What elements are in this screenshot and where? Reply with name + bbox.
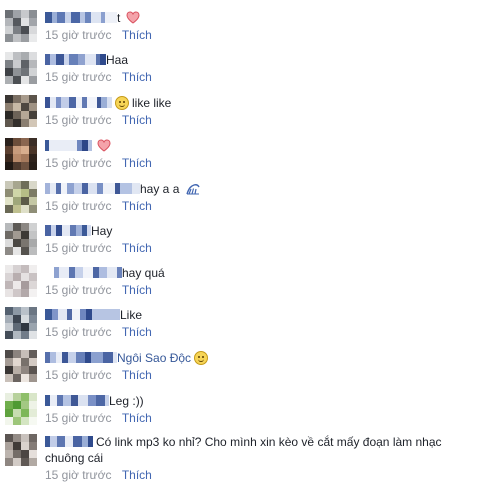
heart-icon	[97, 139, 111, 152]
like-button[interactable]: Thích	[122, 28, 152, 42]
avatar[interactable]	[5, 223, 37, 255]
comment-text: hay quá	[45, 265, 165, 282]
comment-text-continued: chuông cái	[45, 450, 103, 467]
like-button[interactable]: Thích	[122, 411, 152, 425]
comment-meta: 15 giờ trước Thích	[45, 367, 152, 383]
author-name-blurred[interactable]	[45, 53, 106, 65]
avatar[interactable]	[5, 138, 37, 170]
comment-meta: 15 giờ trước Thích	[45, 324, 152, 340]
comment-timestamp: 15 giờ trước	[45, 241, 112, 255]
comment-timestamp: 15 giờ trước	[45, 70, 112, 84]
comment-meta: 15 giờ trước Thích	[45, 282, 152, 298]
wave-icon	[186, 184, 200, 195]
author-name-blurred[interactable]	[45, 394, 109, 406]
avatar[interactable]	[5, 393, 37, 425]
comment-message: Leg :))	[109, 394, 144, 408]
comment-text: Có link mp3 ko nhỉ? Cho mình xin kèo về …	[45, 434, 442, 451]
author-name-blurred[interactable]	[45, 11, 117, 23]
heart-icon	[126, 11, 140, 24]
avatar[interactable]	[5, 10, 37, 42]
like-button[interactable]: Thích	[122, 325, 152, 339]
like-button[interactable]: Thích	[122, 468, 152, 482]
comment-message: hay a a	[140, 182, 180, 196]
avatar[interactable]	[5, 307, 37, 339]
comment-text: t	[45, 10, 140, 27]
avatar[interactable]	[5, 434, 37, 466]
avatar[interactable]	[5, 52, 37, 84]
avatar[interactable]	[5, 181, 37, 213]
author-name-blurred[interactable]	[45, 96, 112, 108]
comment-meta: 15 giờ trước Thích	[45, 27, 152, 43]
like-button[interactable]: Thích	[122, 199, 152, 213]
comment-timestamp: 15 giờ trước	[45, 113, 112, 127]
comment-timestamp: 15 giờ trước	[45, 411, 112, 425]
like-button[interactable]: Thích	[122, 241, 152, 255]
comment-suffix: t	[117, 11, 121, 25]
comment-message: hay quá	[122, 266, 165, 280]
comment-text: Leg :))	[45, 393, 144, 410]
comment-meta: 15 giờ trước Thích	[45, 240, 152, 256]
comment-message: Like	[120, 308, 143, 322]
comment-message: Hay	[91, 224, 113, 238]
comment-message: like like	[132, 96, 172, 110]
like-button[interactable]: Thích	[122, 283, 152, 297]
comment-meta: 15 giờ trước Thích	[45, 410, 152, 426]
avatar[interactable]	[5, 95, 37, 127]
comment-timestamp: 15 giờ trước	[45, 283, 112, 297]
comment-message-line2: chuông cái	[45, 451, 104, 465]
comment-meta: 15 giờ trước Thích	[45, 69, 152, 85]
comment-text: like like	[45, 95, 171, 112]
comment-meta: 15 giờ trước Thích	[45, 467, 152, 483]
comment-text: Like	[45, 307, 142, 324]
author-name-blurred[interactable]	[45, 139, 92, 151]
author-name-blurred[interactable]	[45, 224, 91, 236]
author-name-blurred[interactable]	[45, 351, 117, 363]
like-button[interactable]: Thích	[122, 113, 152, 127]
author-name-blurred[interactable]	[45, 308, 120, 320]
comment-message: Có link mp3 ko nhỉ? Cho mình xin kèo về …	[96, 435, 442, 449]
comment-meta: 15 giờ trước Thích	[45, 198, 152, 214]
comment-timestamp: 15 giờ trước	[45, 325, 112, 339]
smile-icon	[194, 351, 209, 365]
comment-text: Ngôi Sao Độc	[45, 350, 211, 367]
comment-message: Haa	[106, 53, 129, 67]
comment-meta: 15 giờ trước Thích	[45, 155, 152, 171]
comment-text: Haa	[45, 52, 128, 69]
comment-meta: 15 giờ trước Thích	[45, 112, 152, 128]
like-button[interactable]: Thích	[122, 156, 152, 170]
comment-timestamp: 15 giờ trước	[45, 368, 112, 382]
tagged-name[interactable]: Ngôi Sao Độc	[117, 351, 191, 365]
author-name-blurred[interactable]	[45, 266, 122, 278]
avatar[interactable]	[5, 350, 37, 382]
smile-icon	[115, 96, 129, 110]
comment-timestamp: 15 giờ trước	[45, 468, 112, 482]
comment-text: Hay	[45, 223, 112, 240]
comment-text: hay a a	[45, 181, 201, 198]
comment-timestamp: 15 giờ trước	[45, 28, 112, 42]
like-button[interactable]: Thích	[122, 368, 152, 382]
comment-text	[45, 138, 111, 155]
comment-timestamp: 15 giờ trước	[45, 199, 112, 213]
comment-timestamp: 15 giờ trước	[45, 156, 112, 170]
avatar[interactable]	[5, 265, 37, 297]
author-name-blurred[interactable]	[45, 435, 93, 447]
author-name-blurred[interactable]	[45, 182, 140, 194]
like-button[interactable]: Thích	[122, 70, 152, 84]
